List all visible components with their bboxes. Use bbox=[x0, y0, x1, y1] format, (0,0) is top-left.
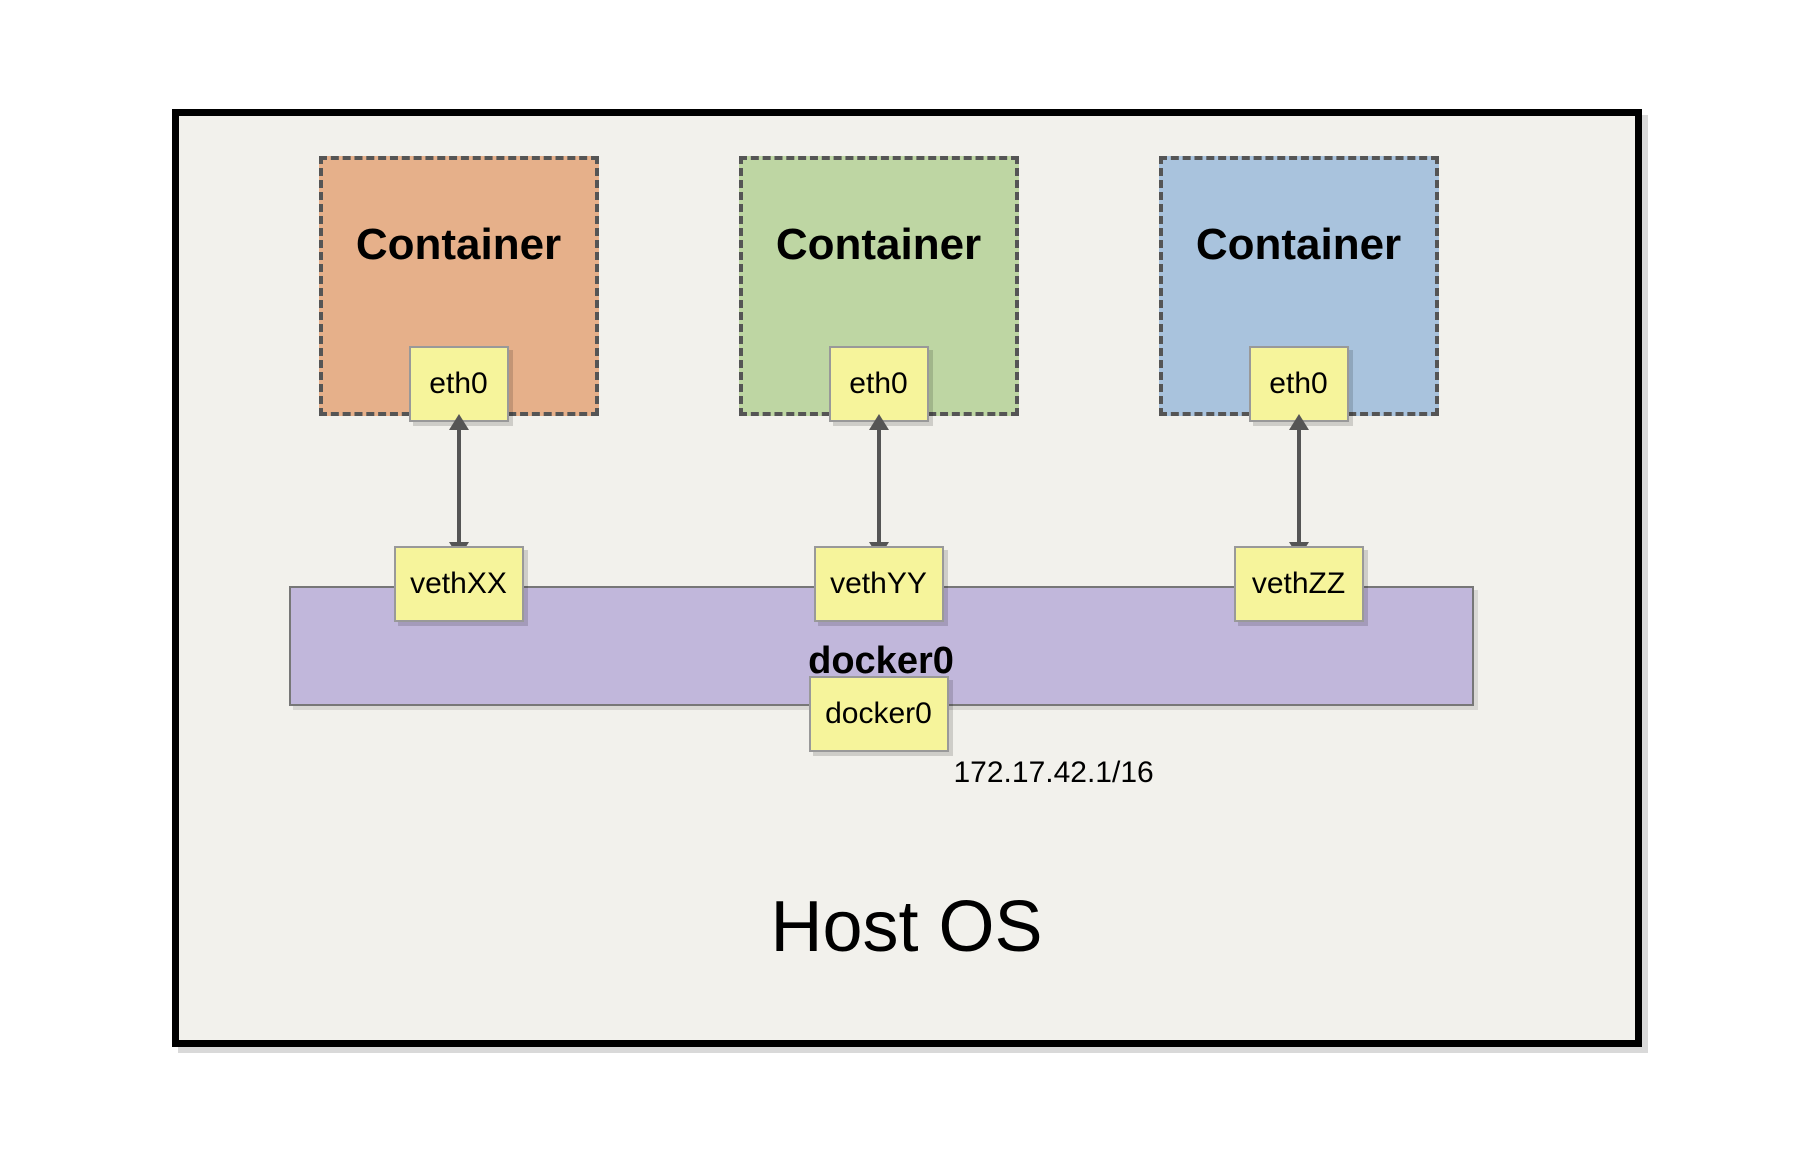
eth-label: eth0 bbox=[849, 367, 907, 401]
veth-interface-3: vethZZ bbox=[1234, 546, 1364, 622]
container-title: Container bbox=[776, 220, 981, 270]
double-arrow-icon bbox=[457, 426, 461, 546]
veth-label: vethYY bbox=[830, 567, 927, 601]
docker0-interface: docker0 bbox=[809, 676, 949, 752]
bridge-ip-label: 172.17.42.1/16 bbox=[954, 756, 1154, 790]
eth-label: eth0 bbox=[1269, 367, 1327, 401]
docker0-interface-label: docker0 bbox=[825, 697, 932, 731]
eth-label: eth0 bbox=[429, 367, 487, 401]
eth0-interface-2: eth0 bbox=[829, 346, 929, 422]
eth0-interface-1: eth0 bbox=[409, 346, 509, 422]
double-arrow-icon bbox=[877, 426, 881, 546]
host-os-label: Host OS bbox=[179, 886, 1635, 968]
eth0-interface-3: eth0 bbox=[1249, 346, 1349, 422]
veth-label: vethXX bbox=[410, 567, 507, 601]
double-arrow-icon bbox=[1297, 426, 1301, 546]
veth-interface-1: vethXX bbox=[394, 546, 524, 622]
host-os-box: Container Container Container docker0 et… bbox=[172, 109, 1642, 1047]
container-title: Container bbox=[356, 220, 561, 270]
veth-label: vethZZ bbox=[1252, 567, 1345, 601]
container-title: Container bbox=[1196, 220, 1401, 270]
veth-interface-2: vethYY bbox=[814, 546, 944, 622]
